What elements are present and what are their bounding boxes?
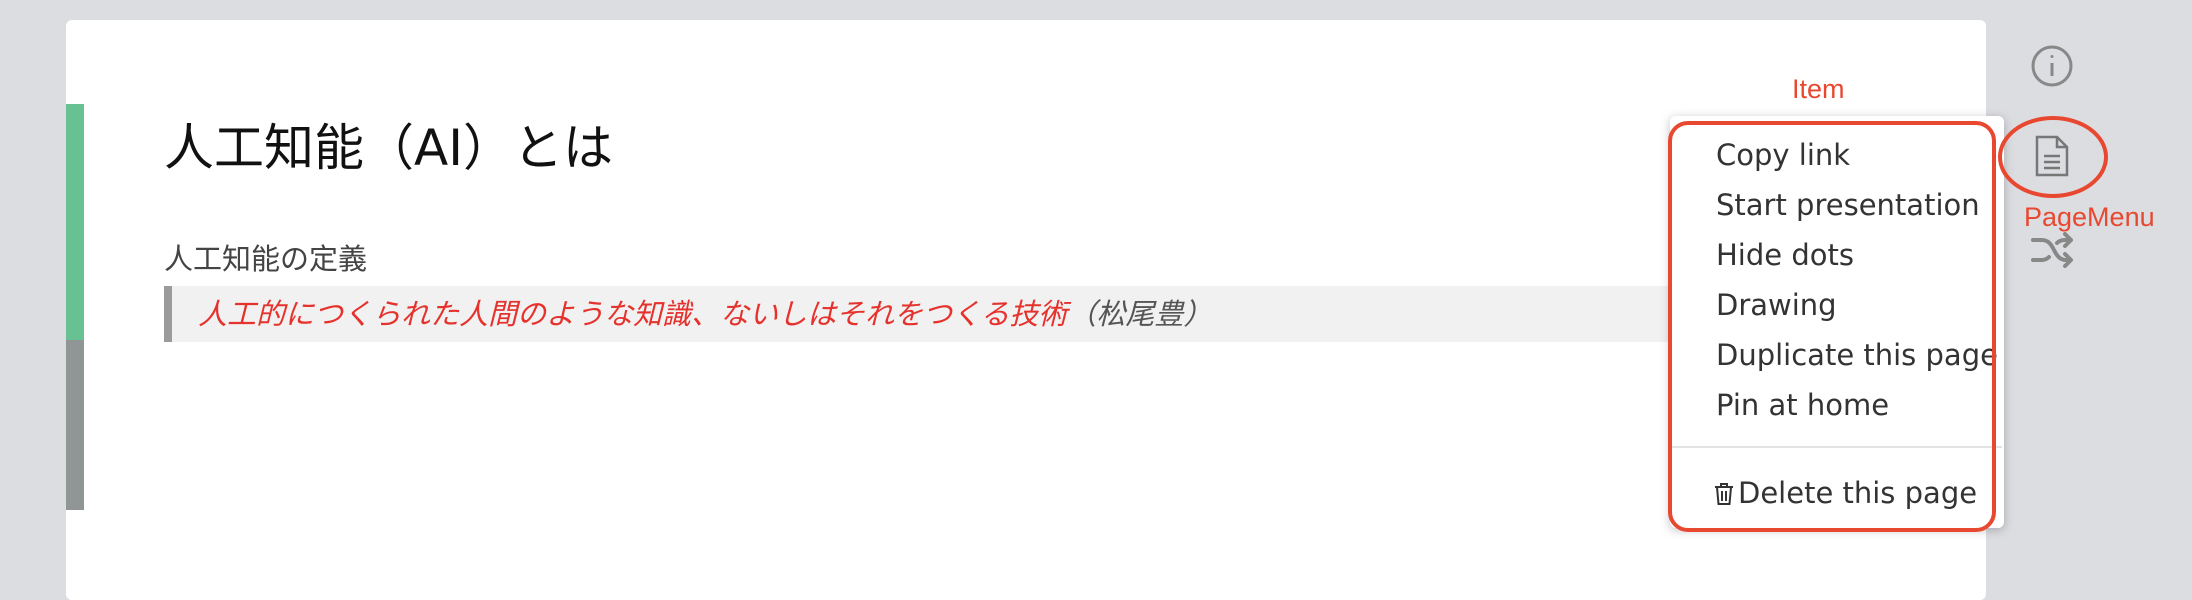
- page-title[interactable]: 人工知能（AI）とは: [164, 108, 613, 180]
- quote-text: 人工的につくられた人間のような知識、ないしはそれをつくる技術: [198, 297, 1068, 331]
- pagemenu-annotation-label: PageMenu: [2024, 202, 2155, 232]
- shuffle-icon[interactable]: [2030, 232, 2074, 272]
- item-highlight-box: [1668, 121, 1996, 532]
- quote-attribution: （松尾豊）: [1067, 297, 1213, 331]
- item-annotation-label: Item: [1792, 74, 1845, 104]
- line-indicator-gray: [66, 340, 84, 510]
- quote-block[interactable]: 人工的につくられた人間のような知識、ないしはそれをつくる技術（松尾豊）: [164, 286, 1704, 342]
- page-subtitle[interactable]: 人工知能の定義: [164, 236, 367, 278]
- page-icon[interactable]: [2034, 134, 2070, 182]
- line-indicator-green: [66, 104, 84, 340]
- info-icon[interactable]: [2030, 44, 2074, 92]
